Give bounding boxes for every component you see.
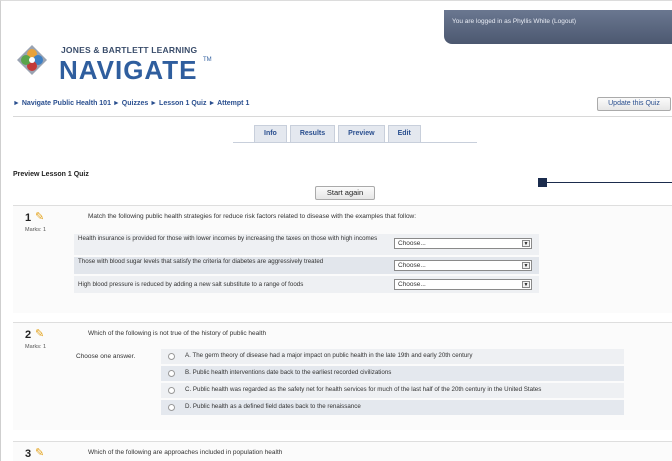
edit-pencil-icon[interactable]: ✎ (35, 210, 44, 223)
match-prompt: High blood pressure is reduced by adding… (78, 281, 304, 288)
logo-publisher: JONES & BARTLETT LEARNING (61, 45, 198, 55)
page-title: Preview Lesson 1 Quiz (13, 171, 89, 178)
answer-option[interactable]: C. Public health was regarded as the saf… (161, 383, 624, 398)
header-divider (13, 116, 672, 117)
tab-info[interactable]: Info (254, 125, 287, 142)
callout-marker (538, 178, 547, 187)
match-select[interactable]: Choose... ▼ (394, 260, 532, 271)
chevron-down-icon[interactable]: ▼ (522, 240, 530, 247)
question-number: 2 (25, 329, 32, 341)
answer-text[interactable]: B. Public health interventions date back… (185, 369, 391, 376)
radio-button[interactable] (168, 353, 175, 360)
radio-button[interactable] (168, 387, 175, 394)
answer-text[interactable]: A. The germ theory of disease had a majo… (185, 352, 472, 359)
match-prompt: Health insurance is provided for those w… (78, 235, 378, 242)
match-prompt: Those with blood sugar levels that satis… (78, 258, 324, 265)
question-text: Which of the following is not true of th… (88, 330, 267, 337)
breadcrumb[interactable]: ► Navigate Public Health 101 ► Quizzes ►… (13, 100, 249, 107)
choose-one-label: Choose one answer. (76, 353, 136, 360)
quiz-tabs: Info Results Preview Edit (254, 125, 421, 142)
question-text: Which of the following are approaches in… (88, 449, 283, 456)
chevron-down-icon[interactable]: ▼ (522, 262, 530, 269)
logo-trademark: TM (203, 57, 212, 63)
radio-button[interactable] (168, 404, 175, 411)
answer-option[interactable]: D. Public health as a defined field date… (161, 400, 624, 415)
question-marks: Marks: 1 (25, 227, 47, 233)
question-text: Match the following public health strate… (88, 213, 417, 220)
answer-option[interactable]: A. The germ theory of disease had a majo… (161, 349, 624, 364)
match-select[interactable]: Choose... ▼ (394, 279, 532, 290)
logo-mark-icon (17, 45, 47, 75)
edit-pencil-icon[interactable]: ✎ (35, 327, 44, 340)
login-bar: You are logged in as Phyllis White (Logo… (444, 10, 672, 44)
question-number: 1 (25, 212, 32, 224)
answer-option[interactable]: B. Public health interventions date back… (161, 366, 624, 381)
question-marks: Marks: 1 (25, 344, 47, 350)
match-row: Health insurance is provided for those w… (74, 234, 539, 255)
callout-line (547, 182, 672, 183)
question-number: 3 (25, 448, 32, 460)
tab-edit[interactable]: Edit (387, 125, 421, 142)
tabs-underline (233, 142, 477, 143)
match-select[interactable]: Choose... ▼ (394, 238, 532, 249)
update-quiz-button[interactable]: Update this Quiz (597, 97, 671, 111)
answer-text[interactable]: D. Public health as a defined field date… (185, 403, 361, 410)
page: You are logged in as Phyllis White (Logo… (0, 0, 672, 461)
select-value: Choose... (398, 281, 426, 288)
match-row: Those with blood sugar levels that satis… (74, 257, 539, 274)
answer-text[interactable]: C. Public health was regarded as the saf… (185, 386, 541, 393)
select-value: Choose... (398, 240, 426, 247)
login-status[interactable]: You are logged in as Phyllis White (Logo… (452, 18, 576, 25)
tab-results[interactable]: Results (289, 125, 336, 142)
edit-pencil-icon[interactable]: ✎ (35, 446, 44, 459)
match-row: High blood pressure is reduced by adding… (74, 276, 539, 293)
select-value: Choose... (398, 262, 426, 269)
logo: JONES & BARTLETT LEARNING NAVIGATE TM (17, 41, 212, 87)
start-again-button[interactable]: Start again (315, 186, 375, 200)
tab-preview[interactable]: Preview (338, 125, 385, 142)
radio-button[interactable] (168, 370, 175, 377)
logo-wordmark: NAVIGATE (59, 55, 198, 85)
chevron-down-icon[interactable]: ▼ (522, 281, 530, 288)
question-3: 3 ✎ Which of the following are approache… (13, 441, 672, 461)
